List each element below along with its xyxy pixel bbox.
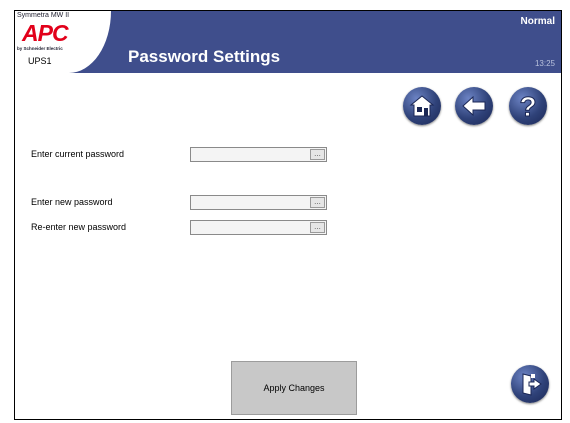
new-password-input[interactable]: [192, 196, 306, 209]
exit-door-icon: [522, 373, 542, 396]
page-title: Password Settings: [128, 47, 281, 66]
app-frame: Symmetra MW II APC by Schneider Electric…: [14, 10, 562, 420]
home-button[interactable]: [403, 87, 441, 125]
current-password-keyboard-button[interactable]: ...: [310, 149, 325, 160]
reenter-password-keyboard-button[interactable]: ...: [310, 222, 325, 233]
new-password-label: Enter new password: [31, 197, 113, 207]
maker-text: by Schneider Electric: [17, 46, 63, 51]
logout-button[interactable]: [511, 365, 549, 403]
apc-logo: APC: [22, 20, 69, 46]
svg-text:?: ?: [519, 91, 536, 121]
apply-changes-button[interactable]: Apply Changes: [231, 361, 357, 415]
brand-model: Symmetra MW II: [17, 12, 70, 19]
back-button[interactable]: [455, 87, 493, 125]
device-name: UPS1: [28, 56, 52, 66]
current-password-input[interactable]: [192, 148, 306, 161]
current-password-label: Enter current password: [31, 149, 125, 159]
header-bar: Symmetra MW II APC by Schneider Electric…: [15, 11, 561, 73]
current-password-field[interactable]: ...: [190, 147, 327, 162]
clock: 13:25: [534, 59, 555, 68]
back-arrow-icon: [462, 95, 486, 117]
home-icon: [409, 95, 435, 117]
question-mark-icon: ?: [519, 91, 537, 121]
help-button[interactable]: ?: [509, 87, 547, 125]
reenter-password-input[interactable]: [192, 221, 306, 234]
new-password-field[interactable]: ...: [190, 195, 327, 210]
new-password-keyboard-button[interactable]: ...: [310, 197, 325, 208]
status-text: Normal: [520, 16, 555, 27]
reenter-password-field[interactable]: ...: [190, 220, 327, 235]
apply-changes-label: Apply Changes: [263, 383, 325, 393]
reenter-password-label: Re-enter new password: [31, 222, 127, 232]
logo-panel: Symmetra MW II APC by Schneider Electric…: [15, 11, 111, 73]
